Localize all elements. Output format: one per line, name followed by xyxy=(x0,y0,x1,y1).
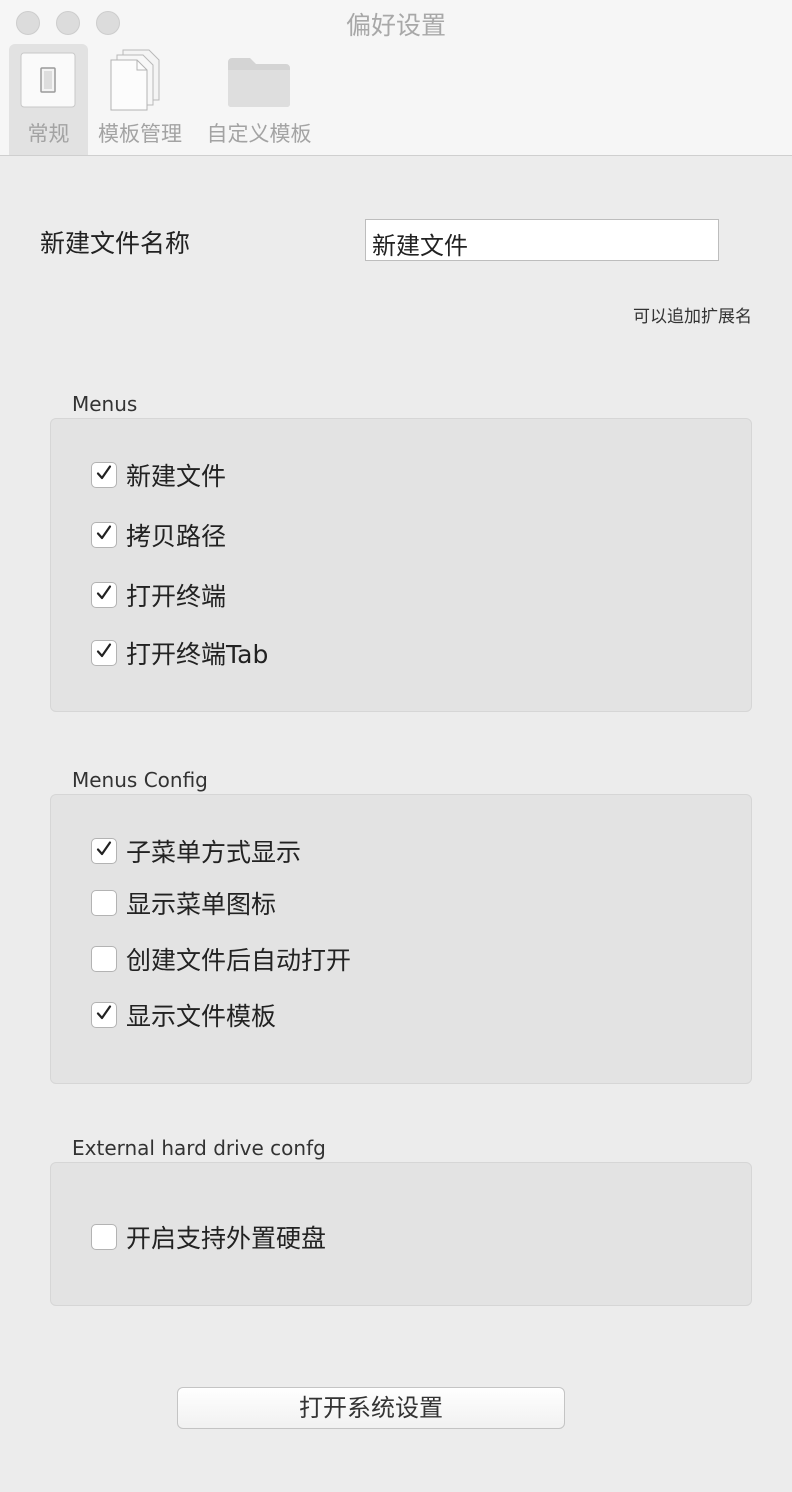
checkmark-icon xyxy=(95,840,113,862)
tab-template-manager-label: 模板管理 xyxy=(98,122,182,146)
checkbox[interactable] xyxy=(91,946,117,972)
checkbox-label: 打开终端 xyxy=(126,582,227,611)
filename-label: 新建文件名称 xyxy=(40,229,191,258)
checkbox[interactable] xyxy=(91,640,117,666)
folder-icon xyxy=(227,56,291,112)
checkbox[interactable] xyxy=(91,1002,117,1028)
switch-icon xyxy=(20,52,76,112)
tab-custom-template[interactable]: 自定义模板 xyxy=(200,44,318,155)
menus-group-title: Menus xyxy=(72,392,138,416)
checkbox[interactable] xyxy=(91,462,117,488)
window-toolbar: 偏好设置 常规 模板管理 自定义模板 xyxy=(0,0,792,156)
checkmark-icon xyxy=(95,642,113,664)
checkbox[interactable] xyxy=(91,1224,117,1250)
checkbox-label: 显示文件模板 xyxy=(126,1002,277,1031)
external-group-title: External hard drive confg xyxy=(72,1136,326,1160)
config-option-show-icons[interactable]: 显示菜单图标 xyxy=(91,888,277,919)
checkbox-label: 子菜单方式显示 xyxy=(126,838,302,867)
menu-option-open-terminal[interactable]: 打开终端 xyxy=(91,580,227,611)
checkbox-label: 开启支持外置硬盘 xyxy=(126,1224,327,1253)
documents-icon xyxy=(109,48,171,116)
tab-general-label: 常规 xyxy=(27,122,70,146)
checkbox[interactable] xyxy=(91,522,117,548)
checkbox-label: 新建文件 xyxy=(126,462,227,491)
menu-option-new-file[interactable]: 新建文件 xyxy=(91,460,227,491)
filename-hint: 可以追加扩展名 xyxy=(633,307,752,327)
checkbox-label: 拷贝路径 xyxy=(126,522,227,551)
checkbox-label: 打开终端Tab xyxy=(126,640,269,669)
filename-input[interactable] xyxy=(365,219,719,261)
checkbox[interactable] xyxy=(91,838,117,864)
checkbox-label: 显示菜单图标 xyxy=(126,890,277,919)
tab-general[interactable]: 常规 xyxy=(9,44,88,155)
checkmark-icon xyxy=(95,464,113,486)
menu-option-open-terminal-tab[interactable]: 打开终端Tab xyxy=(91,638,269,669)
checkmark-icon xyxy=(95,584,113,606)
checkmark-icon xyxy=(95,1004,113,1026)
checkbox-label: 创建文件后自动打开 xyxy=(126,946,352,975)
checkbox[interactable] xyxy=(91,890,117,916)
open-system-settings-button[interactable]: 打开系统设置 xyxy=(177,1387,565,1429)
window-title: 偏好设置 xyxy=(345,11,446,40)
config-option-submenu[interactable]: 子菜单方式显示 xyxy=(91,836,302,867)
tab-template-manager[interactable]: 模板管理 xyxy=(92,44,188,155)
external-option-enable[interactable]: 开启支持外置硬盘 xyxy=(91,1222,327,1253)
tab-custom-template-label: 自定义模板 xyxy=(206,122,312,146)
checkmark-icon xyxy=(95,524,113,546)
checkbox[interactable] xyxy=(91,582,117,608)
config-option-show-templates[interactable]: 显示文件模板 xyxy=(91,1000,277,1031)
menus-config-group-title: Menus Config xyxy=(72,768,208,792)
menu-option-copy-path[interactable]: 拷贝路径 xyxy=(91,520,227,551)
config-option-auto-open[interactable]: 创建文件后自动打开 xyxy=(91,944,352,975)
